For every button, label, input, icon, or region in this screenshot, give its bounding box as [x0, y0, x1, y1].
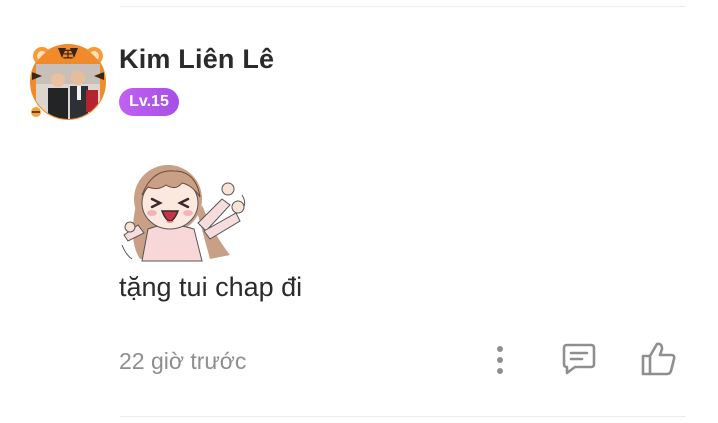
like-button[interactable] — [636, 336, 682, 382]
more-vertical-icon — [497, 346, 503, 374]
divider-bottom — [120, 416, 686, 417]
comment-reply-icon — [562, 343, 596, 375]
reply-button[interactable] — [558, 338, 600, 380]
thumbs-up-icon — [641, 342, 676, 376]
avatar-image: 王 — [30, 44, 106, 120]
svg-text:王: 王 — [63, 49, 73, 61]
level-badge: Lv.15 — [119, 88, 179, 116]
more-options-button[interactable] — [484, 340, 516, 380]
avatar[interactable]: 王 — [28, 42, 108, 122]
divider-top — [120, 6, 686, 7]
comment-username[interactable]: Kim Liên Lê — [119, 44, 274, 75]
comment-timestamp: 22 giờ trước — [119, 348, 247, 374]
sticker-image — [118, 155, 250, 263]
comment-text: tặng tui chap đi — [119, 272, 303, 302]
